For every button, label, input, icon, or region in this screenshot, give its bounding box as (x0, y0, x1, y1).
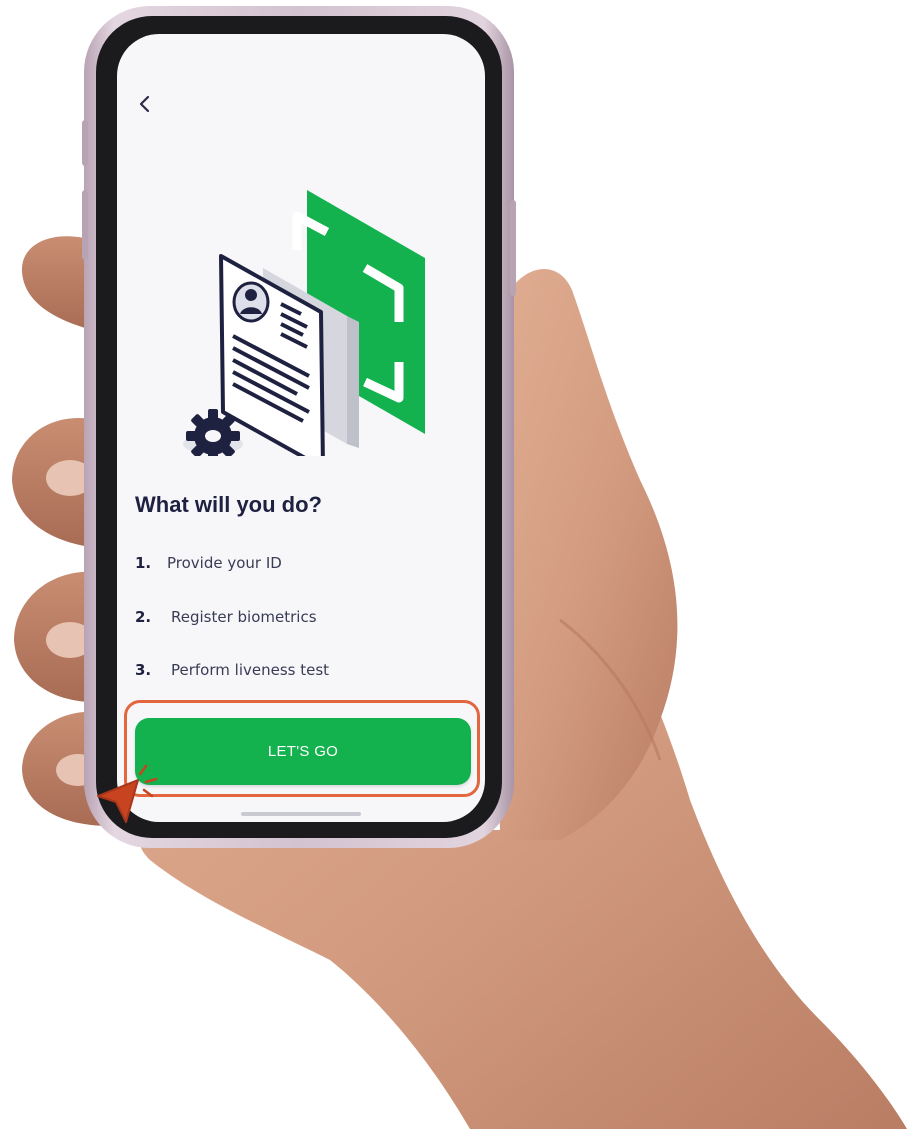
step-item: 2. Register biometrics (135, 608, 317, 626)
highlight-frame (124, 700, 480, 797)
step-number: 1. (135, 554, 152, 572)
step-item: 3. Perform liveness test (135, 661, 329, 679)
side-button (82, 190, 88, 260)
id-card-scan-icon (183, 190, 425, 456)
step-label: Perform liveness test (171, 661, 330, 679)
side-button (82, 120, 88, 166)
cursor-click-icon (97, 764, 158, 823)
step-label: Provide your ID (167, 554, 282, 572)
step-item: 1. Provide your ID (135, 554, 282, 572)
page-title: What will you do? (135, 492, 322, 517)
step-label: Register biometrics (171, 608, 317, 626)
back-button[interactable] (131, 90, 159, 118)
chevron-left-icon (139, 95, 150, 113)
side-button (510, 200, 516, 296)
step-number: 3. (135, 661, 152, 679)
step-number: 2. (135, 608, 152, 626)
home-indicator (241, 812, 361, 816)
scene: What will you do? 1. Provide your ID 2. Re… (0, 0, 907, 1129)
